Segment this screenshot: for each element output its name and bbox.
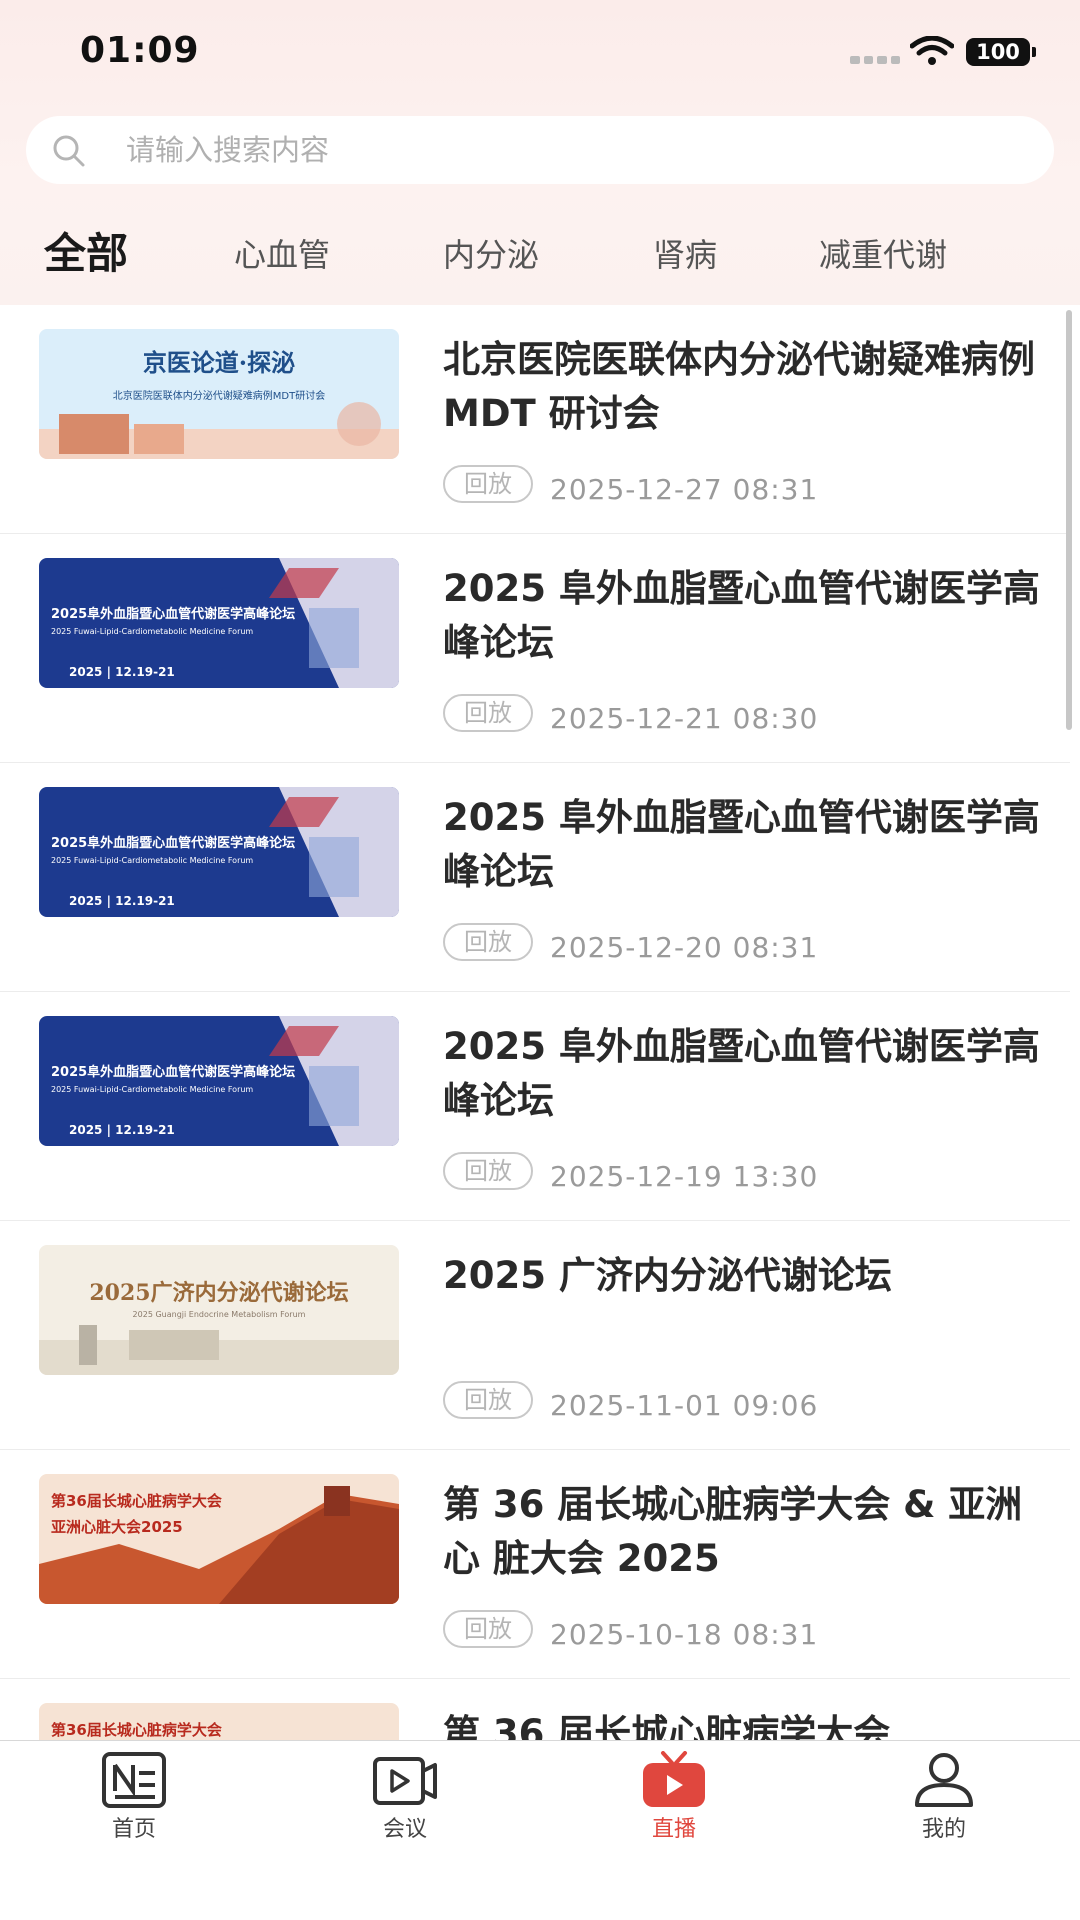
item-thumbnail: 2025广济内分泌代谢论坛 2025 Guangji Endocrine Met…	[39, 1245, 399, 1375]
nav-live[interactable]: 直播	[614, 1751, 734, 1843]
item-thumbnail: 2025阜外血脂暨心血管代谢医学高峰论坛 2025 Fuwai-Lipid-Ca…	[39, 787, 399, 917]
item-title: 北京医院医联体内分泌代谢疑难病例 MDT 研讨会	[443, 338, 1035, 435]
list-item[interactable]: 第36届长城心脏病学大会 亚洲心脏大会2025 第 36 届长城心脏病学大会 &…	[0, 1450, 1070, 1679]
battery-icon: 100	[966, 38, 1036, 66]
list-item[interactable]: 2025阜外血脂暨心血管代谢医学高峰论坛 2025 Fuwai-Lipid-Ca…	[0, 763, 1070, 992]
thumb-date: 2025 | 12.19-21	[69, 1123, 175, 1137]
tab-endocrine[interactable]: 内分泌	[443, 230, 539, 276]
replay-badge: 回放	[443, 1152, 533, 1190]
video-icon	[373, 1757, 437, 1805]
scrollbar[interactable]	[1066, 310, 1072, 730]
nav-label: 我的	[921, 1817, 966, 1842]
thumb-date: 2025 | 12.19-21	[69, 894, 175, 908]
search-bar[interactable]	[26, 116, 1054, 184]
item-date: 2025-12-27 08:31	[550, 473, 819, 506]
thumb-subtitle: 2025 Fuwai-Lipid-Cardiometabolic Medicin…	[51, 627, 253, 636]
item-thumbnail: 2025阜外血脂暨心血管代谢医学高峰论坛 2025 Fuwai-Lipid-Ca…	[39, 1016, 399, 1146]
nav-meeting[interactable]: 会议	[345, 1751, 465, 1843]
nav-profile[interactable]: 我的	[884, 1751, 1004, 1843]
user-icon	[915, 1753, 973, 1807]
tab-cardiovascular[interactable]: 心血管	[234, 230, 330, 276]
replay-badge: 回放	[443, 694, 533, 732]
list-item[interactable]: 京医论道·探泌 北京医院医联体内分泌代谢疑难病例MDT研讨会 北京医院医联体内分…	[0, 305, 1070, 534]
signal-icon	[850, 56, 900, 64]
thumb-date: 2025 | 12.19-21	[69, 665, 175, 679]
thumb-subtitle: 2025 Fuwai-Lipid-Cardiometabolic Medicin…	[51, 1085, 253, 1094]
item-thumbnail: 2025阜外血脂暨心血管代谢医学高峰论坛 2025 Fuwai-Lipid-Ca…	[39, 558, 399, 688]
thumb-subtitle: 亚洲心脏大会2025	[51, 1518, 183, 1536]
nav-home[interactable]: 首页	[74, 1751, 194, 1843]
news-icon	[102, 1752, 166, 1808]
thumb-title: 2025广济内分泌代谢论坛	[89, 1280, 348, 1306]
item-thumbnail: 第36届长城心脏病学大会 亚洲心脏大会2025	[39, 1474, 399, 1604]
item-date: 2025-10-18 08:31	[550, 1618, 819, 1651]
tab-nephrology[interactable]: 肾病	[653, 230, 717, 276]
list-item[interactable]: 2025阜外血脂暨心血管代谢医学高峰论坛 2025 Fuwai-Lipid-Ca…	[0, 992, 1070, 1221]
thumb-title: 2025阜外血脂暨心血管代谢医学高峰论坛	[51, 1064, 295, 1080]
replay-badge: 回放	[443, 1381, 533, 1419]
replay-badge: 回放	[443, 465, 533, 503]
bottom-nav: 首页 会议 直播 我的	[0, 1740, 1080, 1920]
item-title: 2025 阜外血脂暨心血管代谢医学高峰论坛	[443, 567, 1040, 664]
thumb-title: 2025阜外血脂暨心血管代谢医学高峰论坛	[51, 606, 295, 622]
wifi-icon	[910, 36, 954, 65]
item-title: 2025 广济内分泌代谢论坛	[443, 1254, 892, 1297]
search-icon	[53, 135, 85, 167]
search-input[interactable]	[126, 116, 1026, 184]
item-date: 2025-11-01 09:06	[550, 1389, 819, 1422]
item-date: 2025-12-21 08:30	[550, 702, 819, 735]
list-item[interactable]: 2025阜外血脂暨心血管代谢医学高峰论坛 2025 Fuwai-Lipid-Ca…	[0, 534, 1070, 763]
thumb-title: 京医论道·探泌	[143, 348, 295, 377]
item-title: 第 36 届长城心脏病学大会 & 亚洲心 脏大会 2025	[443, 1483, 1023, 1580]
item-date: 2025-12-20 08:31	[550, 931, 819, 964]
item-title: 2025 阜外血脂暨心血管代谢医学高峰论坛	[443, 1025, 1040, 1122]
replay-badge: 回放	[443, 1610, 533, 1648]
nav-label: 首页	[111, 1817, 156, 1842]
nav-label: 会议	[382, 1817, 427, 1842]
replay-badge: 回放	[443, 923, 533, 961]
live-list: 京医论道·探泌 北京医院医联体内分泌代谢疑难病例MDT研讨会 北京医院医联体内分…	[0, 305, 1070, 1908]
item-thumbnail: 京医论道·探泌 北京医院医联体内分泌代谢疑难病例MDT研讨会	[39, 329, 399, 459]
nav-label: 直播	[651, 1817, 696, 1842]
tv-live-icon	[643, 1751, 705, 1807]
list-item[interactable]: 2025广济内分泌代谢论坛 2025 Guangji Endocrine Met…	[0, 1221, 1070, 1450]
thumb-subtitle: 2025 Fuwai-Lipid-Cardiometabolic Medicin…	[51, 856, 253, 865]
thumb-title: 2025阜外血脂暨心血管代谢医学高峰论坛	[51, 835, 295, 851]
thumb-title: 第36届长城心脏病学大会	[51, 1721, 222, 1739]
status-time: 01:09	[80, 30, 200, 71]
tab-weight-metabolic[interactable]: 减重代谢	[819, 230, 947, 276]
status-bar: 01:09 100	[0, 0, 1080, 100]
item-title: 2025 阜外血脂暨心血管代谢医学高峰论坛	[443, 796, 1040, 893]
item-date: 2025-12-19 13:30	[550, 1160, 819, 1193]
tab-all[interactable]: 全部	[44, 220, 128, 281]
thumb-subtitle: 2025 Guangji Endocrine Metabolism Forum	[133, 1310, 306, 1319]
thumb-title: 第36届长城心脏病学大会	[51, 1492, 222, 1510]
category-tabs: 全部 心血管 内分泌 肾病 减重代谢	[0, 220, 1080, 290]
thumb-subtitle: 北京医院医联体内分泌代谢疑难病例MDT研讨会	[113, 389, 325, 402]
